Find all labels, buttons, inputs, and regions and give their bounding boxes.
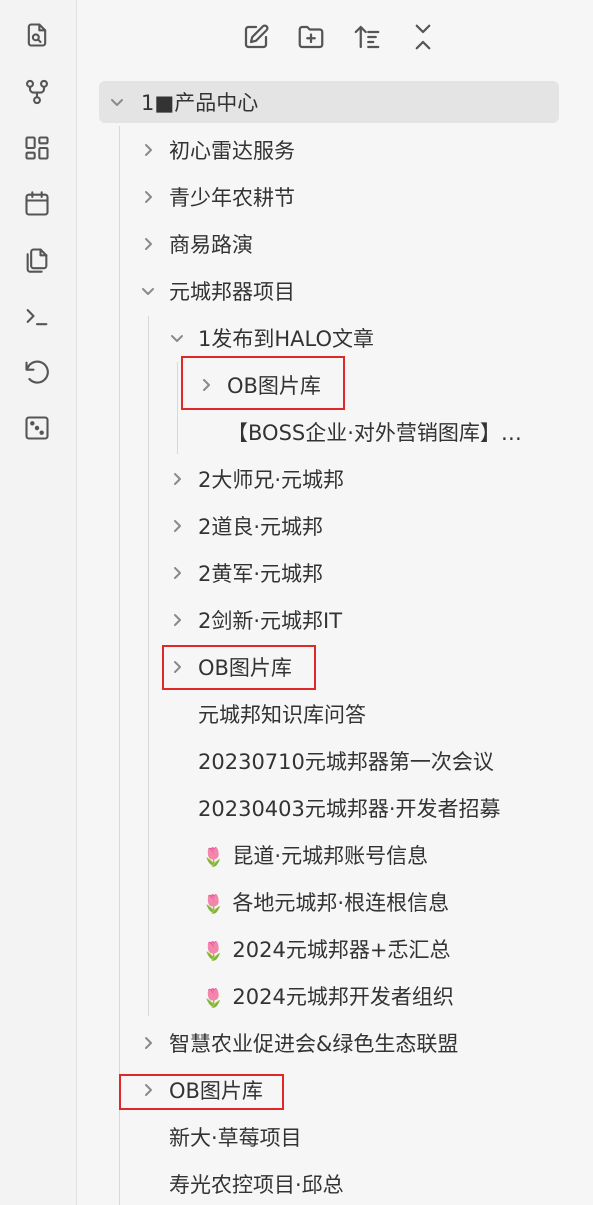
terminal-icon[interactable]: [22, 301, 52, 331]
tree-file[interactable]: 🌷 2024元城邦器+忎汇总: [156, 928, 556, 970]
tree-item-label: 20230403元城邦器·开发者招募: [198, 797, 501, 821]
tree-file[interactable]: 新大·草莓项目: [127, 1116, 557, 1158]
indent-guide: [119, 126, 120, 1205]
tree-item-label: 1■产品中心: [141, 91, 259, 115]
tree-folder[interactable]: 2剑新·元城邦IT: [156, 599, 556, 641]
tree-item-label: 昆道·元城邦账号信息: [232, 844, 429, 868]
tree-file[interactable]: 🌷 2024元城邦开发者组织: [156, 975, 556, 1017]
tree-item-label: OB图片库: [198, 656, 292, 680]
chevron-right-icon: [169, 565, 185, 581]
tree-item-label: 2024元城邦器+忎汇总: [232, 938, 451, 962]
tree-file[interactable]: 20230403元城邦器·开发者招募: [156, 787, 556, 829]
chevron-right-icon: [140, 189, 156, 205]
indent-guide: [148, 316, 149, 1016]
chevron-right-icon: [169, 471, 185, 487]
tree-file[interactable]: 寿光农控项目·邱总: [127, 1163, 557, 1205]
new-folder-icon[interactable]: [294, 20, 328, 54]
chevron-right-icon: [140, 1082, 156, 1098]
tree-root-folder[interactable]: 1■产品中心: [99, 81, 559, 123]
chevron-right-icon: [169, 659, 185, 675]
chevron-down-icon: [140, 283, 156, 299]
tree-item-label: 【BOSS企业·对外营销图库】…: [227, 421, 522, 445]
tree-item-label: 青少年农耕节: [169, 186, 295, 210]
tulip-icon: 🌷: [202, 941, 225, 962]
collapse-all-icon[interactable]: [406, 20, 440, 54]
chevron-right-icon: [140, 1035, 156, 1051]
tree-folder[interactable]: 商易路演: [127, 223, 557, 265]
layout-grid-icon[interactable]: [22, 133, 52, 163]
tree-item-label: 新大·草莓项目: [169, 1126, 302, 1150]
tree-folder[interactable]: 初心雷达服务: [127, 129, 557, 171]
git-branch-icon[interactable]: [22, 77, 52, 107]
tree-item-label: 2024元城邦开发者组织: [232, 985, 454, 1009]
tree-folder[interactable]: OB图片库: [156, 646, 556, 688]
tulip-icon: 🌷: [202, 988, 225, 1009]
tree-item-label: 智慧农业促进会&绿色生态联盟: [169, 1032, 459, 1056]
chevron-down-icon: [169, 330, 185, 346]
tree-item-label: OB图片库: [169, 1079, 263, 1103]
sort-order-icon[interactable]: [350, 20, 384, 54]
file-explorer-panel: 1■产品中心 初心雷达服务 青少年农耕节 商易路演 元城邦器项目 1发布到HAL…: [77, 0, 593, 1205]
tree-item-label: 元城邦知识库问答: [198, 703, 366, 727]
tree-folder[interactable]: 2黄军·元城邦: [156, 552, 556, 594]
chevron-down-icon: [109, 94, 125, 110]
tree-item-label: 商易路演: [169, 233, 253, 257]
tree-folder[interactable]: OB图片库: [185, 364, 555, 406]
tree-item-label: 初心雷达服务: [169, 139, 295, 163]
new-note-icon[interactable]: [239, 20, 273, 54]
chevron-right-icon: [169, 518, 185, 534]
tree-item-label: 1发布到HALO文章: [198, 327, 374, 351]
history-undo-icon[interactable]: [22, 357, 52, 387]
left-ribbon: [0, 0, 77, 1205]
tree-item-label: OB图片库: [227, 374, 321, 398]
tree-file[interactable]: 【BOSS企业·对外营销图库】…: [185, 411, 530, 453]
tree-file[interactable]: 🌷 昆道·元城邦账号信息: [156, 834, 556, 876]
tree-item-label: 各地元城邦·根连根信息: [232, 891, 450, 915]
tree-file[interactable]: 元城邦知识库问答: [156, 693, 556, 735]
tree-file[interactable]: 20230710元城邦器第一次会议: [156, 740, 556, 782]
tree-folder-expanded[interactable]: 1发布到HALO文章: [156, 317, 556, 359]
tree-item-label: 寿光农控项目·邱总: [169, 1173, 344, 1197]
chevron-right-icon: [198, 377, 214, 393]
tree-item-label: 2大师兄·元城邦: [198, 468, 345, 492]
copy-pages-icon[interactable]: [22, 245, 52, 275]
tree-item-label: 2道良·元城邦: [198, 515, 324, 539]
tree-file[interactable]: 🌷 各地元城邦·根连根信息: [156, 881, 556, 923]
tree-item-label: 20230710元城邦器第一次会议: [198, 750, 494, 774]
tulip-icon: 🌷: [202, 847, 225, 868]
tree-folder[interactable]: 2大师兄·元城邦: [156, 458, 556, 500]
chevron-right-icon: [140, 236, 156, 252]
indent-guide: [177, 362, 178, 454]
tree-folder[interactable]: 青少年农耕节: [127, 176, 557, 218]
calendar-icon[interactable]: [22, 189, 52, 219]
tree-folder-expanded[interactable]: 元城邦器项目: [127, 270, 557, 312]
dice-random-icon[interactable]: [22, 413, 52, 443]
tree-folder[interactable]: 智慧农业促进会&绿色生态联盟: [127, 1022, 557, 1064]
chevron-right-icon: [140, 142, 156, 158]
file-search-icon[interactable]: [22, 20, 52, 50]
tree-folder[interactable]: OB图片库: [127, 1069, 557, 1111]
tulip-icon: 🌷: [202, 894, 225, 915]
chevron-right-icon: [169, 612, 185, 628]
tree-item-label: 2黄军·元城邦: [198, 562, 324, 586]
tree-folder[interactable]: 2道良·元城邦: [156, 505, 556, 547]
tree-item-label: 2剑新·元城邦IT: [198, 609, 343, 633]
tree-item-label: 元城邦器项目: [169, 280, 295, 304]
